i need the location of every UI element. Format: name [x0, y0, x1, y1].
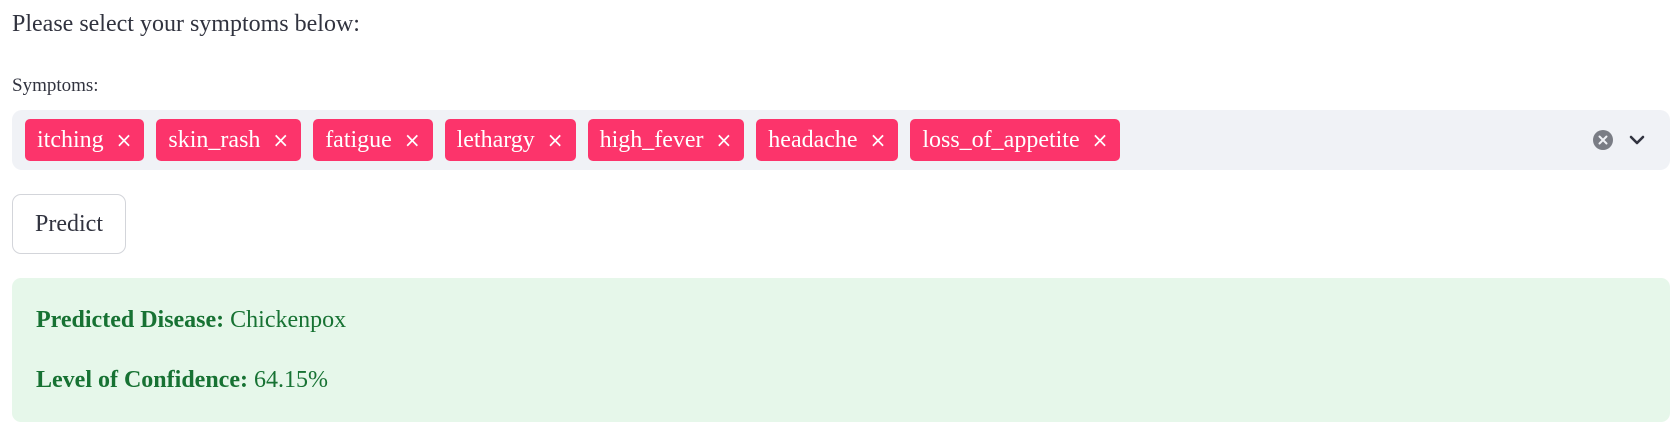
remove-tag-icon[interactable]: ×	[404, 119, 421, 161]
remove-tag-icon[interactable]: ×	[716, 119, 733, 161]
clear-all-icon[interactable]	[1592, 129, 1614, 151]
tag-label: loss_of_appetite	[922, 127, 1080, 153]
predicted-disease-label: Predicted Disease:	[36, 307, 225, 333]
symptom-tag-skin-rash: skin_rash ×	[156, 119, 302, 161]
tag-label: headache	[768, 127, 858, 153]
multiselect-controls	[1592, 110, 1648, 170]
chevron-down-icon[interactable]	[1626, 129, 1648, 151]
confidence-value: 64.15%	[253, 367, 328, 393]
tag-label: fatigue	[325, 127, 392, 153]
remove-tag-icon[interactable]: ×	[272, 119, 289, 161]
symptoms-multiselect[interactable]: itching × skin_rash × fatigue × lethargy…	[12, 110, 1670, 170]
tag-label: itching	[37, 127, 104, 153]
prediction-result-box: Predicted Disease: Chickenpox Level of C…	[12, 278, 1670, 422]
tag-label: high_fever	[599, 127, 704, 153]
remove-tag-icon[interactable]: ×	[870, 119, 887, 161]
symptom-tag-loss-of-appetite: loss_of_appetite ×	[910, 119, 1121, 161]
symptom-tag-headache: headache ×	[756, 119, 899, 161]
predicted-disease-value: Chickenpox	[230, 307, 347, 333]
predict-button[interactable]: Predict	[12, 194, 126, 254]
selected-tags: itching × skin_rash × fatigue × lethargy…	[25, 119, 1121, 161]
remove-tag-icon[interactable]: ×	[1092, 119, 1109, 161]
symptom-tag-lethargy: lethargy ×	[444, 119, 576, 161]
remove-tag-icon[interactable]: ×	[116, 119, 133, 161]
symptom-tag-fatigue: fatigue ×	[313, 119, 433, 161]
confidence-label: Level of Confidence:	[36, 367, 248, 393]
remove-tag-icon[interactable]: ×	[547, 119, 564, 161]
predicted-disease-line: Predicted Disease: Chickenpox	[36, 304, 346, 336]
tag-label: skin_rash	[168, 127, 261, 153]
tag-label: lethargy	[456, 127, 535, 153]
confidence-line: Level of Confidence: 64.15%	[36, 364, 328, 396]
instructions-text: Please select your symptoms below:	[12, 11, 360, 37]
symptom-tag-high-fever: high_fever ×	[587, 119, 745, 161]
symptoms-label: Symptoms:	[12, 75, 99, 96]
symptom-tag-itching: itching ×	[25, 119, 145, 161]
